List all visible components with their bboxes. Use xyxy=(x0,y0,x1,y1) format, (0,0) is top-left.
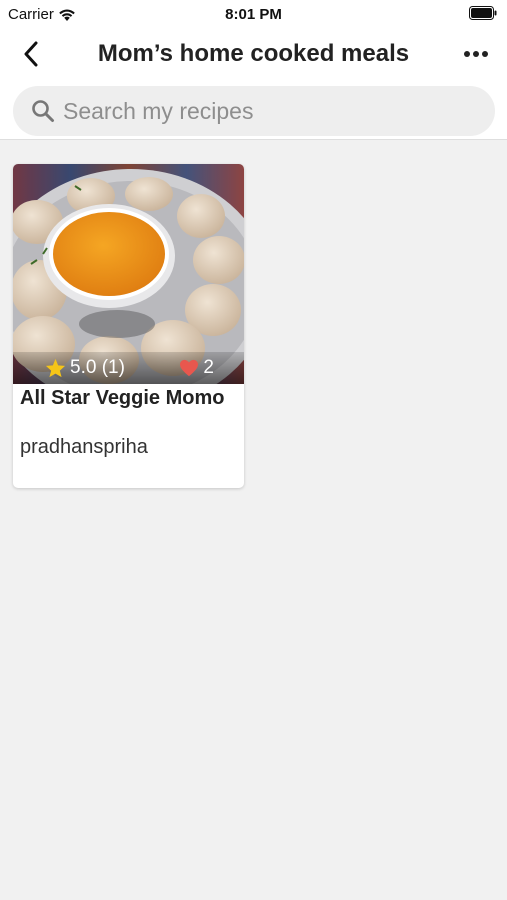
page-title: Mom’s home cooked meals xyxy=(97,40,410,67)
recipe-photo xyxy=(13,164,244,384)
chevron-left-icon xyxy=(24,41,38,67)
likes-count: 2 xyxy=(203,357,214,378)
star-icon xyxy=(45,358,66,378)
search-input[interactable] xyxy=(63,97,463,125)
status-time: 8:01 PM xyxy=(225,6,282,23)
likes: 2 xyxy=(179,357,214,379)
battery-icon xyxy=(469,6,497,24)
recipe-card[interactable]: 5.0 (1) 2 All Star Veggie Momo pradhansp… xyxy=(13,164,244,488)
recipe-author: pradhanspriha xyxy=(20,436,148,458)
card-stats-bar: 5.0 (1) 2 xyxy=(13,352,244,384)
recipe-title: All Star Veggie Momo xyxy=(20,387,225,409)
heart-icon xyxy=(180,359,199,377)
navigation-bar: Mom’s home cooked meals xyxy=(0,28,507,80)
status-bar: Carrier 8:01 PM xyxy=(0,0,507,28)
search-section xyxy=(0,80,507,140)
search-bar[interactable] xyxy=(13,86,495,136)
ellipsis-dot xyxy=(482,51,488,57)
rating: 5.0 (1) xyxy=(45,357,125,379)
ellipsis-dot xyxy=(473,51,479,57)
rating-value: 5.0 (1) xyxy=(70,357,125,378)
back-button[interactable] xyxy=(14,38,48,70)
search-icon xyxy=(32,100,54,122)
more-options-button[interactable] xyxy=(459,40,493,68)
ellipsis-icon xyxy=(464,51,470,57)
